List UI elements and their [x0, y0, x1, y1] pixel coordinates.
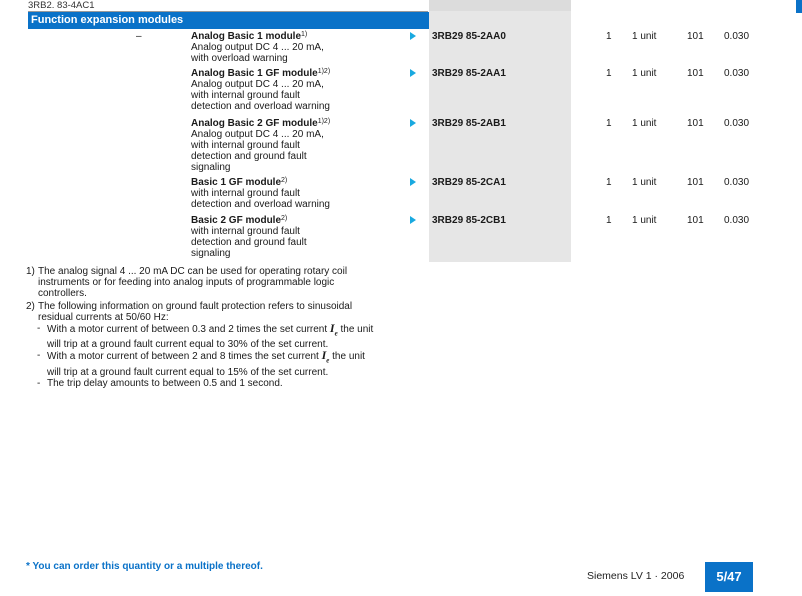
note-2-bullet-2: - With a motor current of between 2 and … — [26, 349, 386, 378]
order-number: 3RB29 85-2AA0 — [432, 31, 506, 42]
description-line: detection and ground fault — [191, 151, 307, 162]
package-unit: 1 unit — [632, 68, 657, 79]
quantity: 1 — [606, 177, 612, 188]
price-group: 101 — [687, 118, 704, 129]
quantity: 1 — [606, 31, 612, 42]
order-number-column-header — [429, 0, 571, 11]
quantity: 1 — [606, 118, 612, 129]
bullet-marker: - — [37, 323, 41, 334]
note-1-line-2: instruments or for feeding into analog i… — [38, 277, 335, 288]
footnote-ref: 2) — [281, 215, 288, 222]
price-group: 101 — [687, 215, 704, 226]
package-unit: 1 unit — [632, 118, 657, 129]
note-2-number: 2) — [26, 301, 35, 312]
description-line: Analog output DC 4 ... 20 mA, — [191, 129, 324, 140]
product-reference-line: 3RB2. 83-4AC1 — [28, 0, 95, 11]
bullet-3-text: The trip delay amounts to between 0.5 an… — [47, 377, 283, 389]
package-unit: 1 unit — [632, 31, 657, 42]
bullet-2-text-c: will trip at a ground fault current equa… — [47, 366, 329, 378]
product-title: Basic 1 GF module2) — [191, 177, 288, 188]
catalog-name: Siemens LV 1 · 2006 — [587, 570, 685, 582]
product-title: Basic 2 GF module2) — [191, 215, 288, 226]
description-line: Analog output DC 4 ... 20 mA, — [191, 79, 324, 90]
description-line: detection and overload warning — [191, 199, 330, 210]
order-number: 3RB29 85-2CA1 — [432, 177, 506, 188]
product-title: Analog Basic 1 GF module1)2) — [191, 68, 331, 79]
row-dash: – — [136, 31, 142, 42]
description-line: signaling — [191, 248, 231, 259]
description-line: detection and ground fault — [191, 237, 307, 248]
package-unit: 1 unit — [632, 215, 657, 226]
quantity: 1 — [606, 215, 612, 226]
order-number: 3RB29 85-2AA1 — [432, 68, 506, 79]
page-number: 5/47 — [705, 562, 753, 592]
page-edge-marker — [796, 0, 802, 13]
bullet-1-text-b: the unit — [337, 324, 374, 335]
product-description: Analog Basic 1 module1) Analog output DC … — [191, 31, 411, 64]
bullet-marker: - — [37, 377, 41, 389]
description-line: Analog output DC 4 ... 20 mA, — [191, 42, 324, 53]
note-1: 1) The analog signal 4 ... 20 mA DC can … — [26, 266, 386, 299]
footnote-ref: 1)2) — [317, 68, 331, 75]
product-title: Analog Basic 2 GF module1)2) — [191, 118, 331, 129]
footnotes: 1) The analog signal 4 ... 20 mA DC can … — [26, 266, 386, 389]
footnote-ref: 2) — [281, 177, 288, 184]
note-2-bullet-1: - With a motor current of between 0.3 an… — [26, 321, 386, 351]
description-line: with overload warning — [191, 53, 288, 64]
price-group: 101 — [687, 177, 704, 188]
product-description: Analog Basic 2 GF module1)2) Analog outpu… — [191, 118, 411, 173]
arrow-right-icon — [410, 216, 416, 224]
order-number: 3RB29 85-2AB1 — [432, 118, 506, 129]
order-quantity-footnote: * You can order this quantity or a multi… — [26, 561, 263, 572]
footnote-ref: 1)2) — [317, 118, 331, 125]
description-line: detection and overload warning — [191, 101, 330, 112]
product-description: Basic 2 GF module2) with internal ground … — [191, 215, 411, 259]
section-title: Function expansion modules — [28, 12, 429, 29]
bullet-1-text-c: will trip at a ground fault current equa… — [47, 339, 329, 351]
bullet-2-text-b: the unit — [329, 351, 365, 363]
note-2-line-1: The following information on ground faul… — [38, 301, 353, 312]
price-group: 101 — [687, 31, 704, 42]
package-unit: 1 unit — [632, 177, 657, 188]
set-current-symbol: Ie — [329, 321, 338, 338]
weight: 0.030 — [724, 68, 750, 79]
description-line: with internal ground fault — [191, 226, 300, 237]
arrow-right-icon — [410, 119, 416, 127]
note-2: 2) The following information on ground f… — [26, 301, 386, 323]
quantity: 1 — [606, 68, 612, 79]
arrow-right-icon — [410, 32, 416, 40]
order-number: 3RB29 85-2CB1 — [432, 215, 506, 226]
description-line: with internal ground fault — [191, 188, 300, 199]
weight: 0.030 — [724, 215, 750, 226]
product-title: Analog Basic 1 module1) — [191, 31, 308, 42]
product-description: Analog Basic 1 GF module1)2) Analog outpu… — [191, 68, 411, 112]
bullet-2-text-a: With a motor current of between 2 and 8 … — [47, 351, 322, 363]
note-1-number: 1) — [26, 266, 35, 277]
description-line: with internal ground fault — [191, 90, 300, 101]
description-line: with internal ground fault — [191, 140, 300, 151]
weight: 0.030 — [724, 31, 750, 42]
footnote-ref: 1) — [301, 31, 308, 38]
weight: 0.030 — [724, 177, 750, 188]
note-2-bullet-3: - The trip delay amounts to between 0.5 … — [26, 378, 386, 389]
price-group: 101 — [687, 68, 704, 79]
description-line: signaling — [191, 162, 231, 173]
bullet-marker: - — [37, 350, 41, 362]
arrow-right-icon — [410, 69, 416, 77]
bullet-1-text-a: With a motor current of between 0.3 and … — [47, 324, 330, 335]
note-1-line-1: The analog signal 4 ... 20 mA DC can be … — [38, 266, 348, 277]
note-1-line-3: controllers. — [38, 288, 87, 299]
arrow-right-icon — [410, 178, 416, 186]
weight: 0.030 — [724, 118, 750, 129]
product-description: Basic 1 GF module2) with internal ground … — [191, 177, 411, 210]
